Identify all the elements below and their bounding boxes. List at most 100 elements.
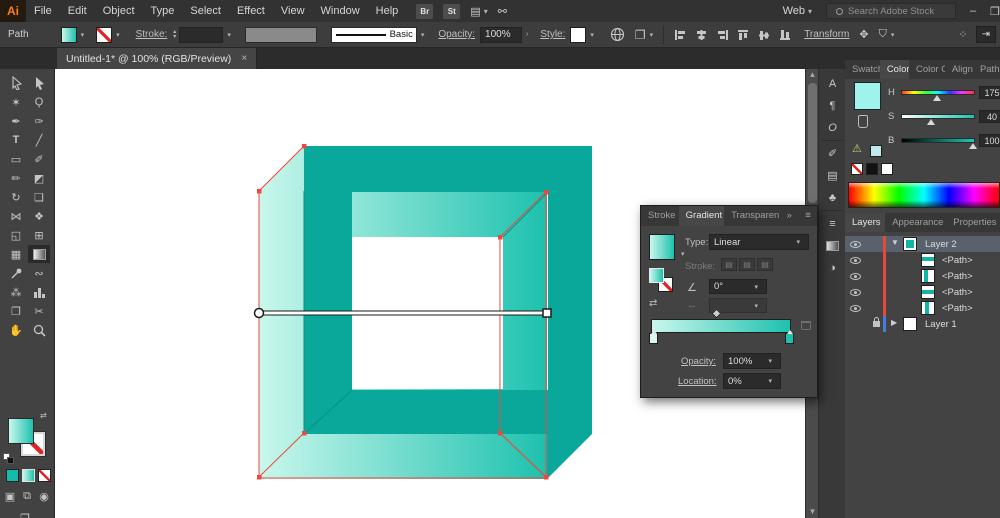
stroke-stepper-down-icon[interactable]: ▾ (173, 34, 176, 40)
align-top-icon[interactable] (737, 29, 750, 41)
document-tab[interactable]: Untitled-1* @ 100% (RGB/Preview) × (57, 48, 258, 69)
tab-overflow-icon[interactable]: » (780, 206, 799, 226)
saturation-value[interactable]: 40 (979, 110, 1000, 123)
free-transform-tool[interactable]: ❖ (28, 207, 50, 225)
align-hcenter-icon[interactable] (695, 29, 708, 41)
restore-button[interactable]: ❐ (990, 5, 1000, 18)
swatches-panel-icon[interactable]: ▤ (819, 165, 846, 186)
transparency-panel-icon[interactable]: ◑ (819, 257, 846, 278)
brushes-panel-icon[interactable]: ✐ (819, 143, 846, 164)
visibility-eye-icon[interactable] (850, 241, 861, 248)
curvature-tool[interactable]: ✑ (28, 112, 50, 130)
slice-tool[interactable]: ✂ (28, 302, 50, 320)
opacity-label[interactable]: Opacity: (438, 29, 475, 40)
path-thumbnail[interactable] (921, 269, 935, 283)
color-mode-button[interactable] (6, 469, 19, 482)
out-of-gamut-warning-icon[interactable]: ⚠ (852, 142, 862, 155)
magic-wand-tool[interactable]: ✶ (5, 93, 27, 111)
lock-icon[interactable] (873, 317, 880, 327)
stroke-color-swatch[interactable] (96, 26, 113, 43)
paintbrush-tool[interactable]: ✐ (28, 150, 50, 168)
align-right-icon[interactable] (716, 29, 729, 41)
blend-tool[interactable]: ∾ (28, 264, 50, 282)
path-thumbnail[interactable] (921, 301, 935, 315)
current-color-swatch[interactable] (854, 82, 881, 110)
opacity-field[interactable]: 100% (480, 26, 523, 43)
width-profile-preview[interactable] (244, 26, 317, 43)
stop-opacity-dropdown[interactable]: 100% ▾ (723, 353, 781, 369)
isolate-caret-icon[interactable]: ▾ (891, 31, 895, 39)
menu-type[interactable]: Type (143, 0, 183, 22)
path-name[interactable]: <Path> (942, 303, 973, 314)
expand-icons-icon[interactable]: ⁘ (958, 28, 967, 41)
bridge-button[interactable]: Br (416, 3, 434, 19)
fill-caret-icon[interactable]: ▾ (81, 31, 85, 39)
gradient-stop-end[interactable] (785, 330, 794, 344)
align-left-icon[interactable] (674, 29, 687, 41)
visibility-eye-icon[interactable] (850, 273, 861, 280)
gradient-start-handle[interactable] (253, 307, 265, 319)
stroke-caret-icon[interactable]: ▾ (116, 31, 120, 39)
draw-inside-icon[interactable]: ◉ (36, 487, 52, 505)
expand-chevron-icon[interactable]: ▼ (891, 238, 899, 247)
transform-label[interactable]: Transform (804, 29, 849, 40)
panel-options-button[interactable]: ⇥ (975, 26, 996, 43)
brightness-slider[interactable] (901, 138, 975, 143)
gradient-slider-bar[interactable] (651, 319, 791, 333)
stop-location-dropdown[interactable]: 0% ▾ (723, 373, 781, 389)
tab-color-guide[interactable]: Color G (909, 60, 945, 79)
swap-fill-stroke-icon[interactable]: ⇄ (40, 411, 47, 420)
fill-proxy-swatch[interactable] (649, 268, 664, 283)
touch-workspace-icon[interactable]: ⚯ (498, 5, 507, 18)
zoom-tool[interactable] (28, 321, 50, 339)
eyedropper-tool[interactable] (5, 264, 27, 282)
arrange-documents-caret-icon[interactable]: ▾ (484, 7, 488, 16)
perspective-grid-tool[interactable]: ⊞ (28, 226, 50, 244)
layer-row-path4[interactable]: <Path> (845, 300, 1000, 316)
lasso-tool[interactable]: Ϙ (28, 93, 50, 111)
close-tab-icon[interactable]: × (241, 53, 247, 64)
workspace-caret-icon[interactable]: ▾ (808, 7, 812, 16)
hand-tool[interactable]: ✋ (5, 321, 27, 339)
menu-view[interactable]: View (273, 0, 313, 22)
opentype-panel-icon[interactable]: O (819, 117, 846, 138)
layer-name[interactable]: Layer 2 (925, 239, 957, 250)
layer-name[interactable]: Layer 1 (925, 319, 957, 330)
stroke-panel-icon[interactable]: ≡ (819, 213, 846, 234)
visibility-eye-icon[interactable] (850, 305, 861, 312)
character-panel-icon[interactable]: A (819, 73, 846, 94)
tab-gradient[interactable]: Gradient (678, 206, 725, 226)
tab-pathfinder[interactable]: Path (973, 60, 1000, 79)
rectangle-tool[interactable]: ▭ (5, 150, 27, 168)
tab-appearance[interactable]: Appearance (885, 213, 946, 232)
tab-properties[interactable]: Properties (946, 213, 1000, 232)
document-setup-caret-icon[interactable]: ▾ (650, 31, 654, 39)
color-well-icon[interactable] (858, 115, 868, 128)
visibility-eye-icon[interactable] (850, 257, 861, 264)
workspace-switcher[interactable]: Web (783, 5, 805, 17)
menu-help[interactable]: Help (368, 0, 407, 22)
gradient-tool[interactable] (28, 245, 50, 263)
angle-dropdown[interactable]: 0° ▾ (709, 279, 767, 294)
layer-thumbnail[interactable] (903, 317, 917, 331)
tab-transparency[interactable]: Transparen (724, 206, 780, 226)
panel-menu-icon[interactable]: ≡ (798, 206, 817, 226)
none-swatch[interactable] (851, 163, 863, 175)
front-frame-path[interactable] (259, 191, 547, 479)
symbol-sprayer-tool[interactable]: ⁂ (5, 283, 27, 301)
hue-thumb[interactable] (933, 95, 941, 101)
minimize-button[interactable]: – (970, 5, 976, 17)
tab-stroke[interactable]: Stroke (641, 206, 679, 226)
stop-opacity-label[interactable]: Opacity: (681, 356, 716, 367)
path-thumbnail[interactable] (921, 253, 935, 267)
isolate-icon[interactable]: ⛉ (879, 28, 887, 41)
document-info-globe-icon[interactable] (610, 27, 625, 42)
fill-swatch-large[interactable] (8, 418, 34, 444)
type-dropdown[interactable]: Linear ▾ (709, 234, 809, 250)
visibility-eye-icon[interactable] (850, 289, 861, 296)
opacity-more-icon[interactable]: › (526, 31, 528, 38)
reverse-gradient-icon[interactable]: ⇄ (649, 298, 657, 309)
black-swatch[interactable] (866, 163, 878, 175)
style-caret-icon[interactable]: ▾ (590, 31, 594, 39)
search-input[interactable]: Search Adobe Stock (826, 3, 956, 19)
